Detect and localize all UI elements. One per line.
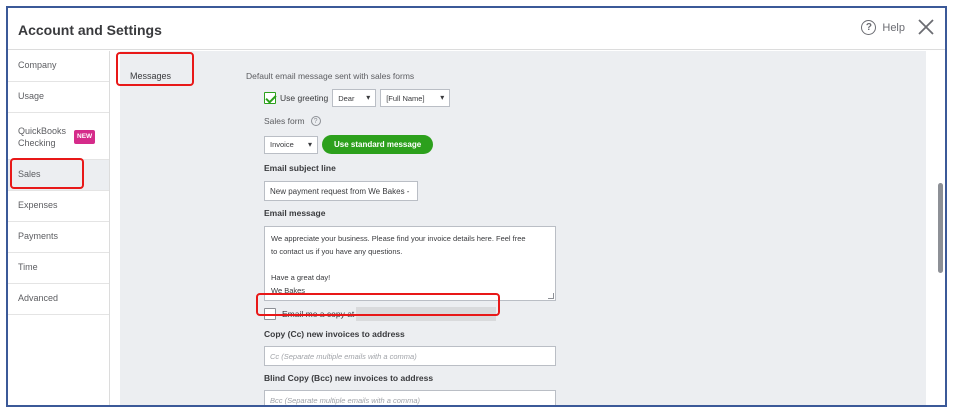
sidebar-item-time[interactable]: Time [8, 253, 109, 284]
use-greeting-label: Use greeting [280, 93, 329, 103]
email-copy-checkbox[interactable] [264, 308, 276, 320]
use-greeting-checkbox[interactable] [264, 92, 276, 104]
close-icon[interactable] [917, 18, 935, 36]
name-format-select[interactable]: [Full Name] [380, 89, 451, 107]
sidebar-item-expenses[interactable]: Expenses [8, 191, 109, 222]
sidebar-item-label: Payments [18, 231, 59, 241]
sidebar-item-payments[interactable]: Payments [8, 222, 109, 253]
help-link[interactable]: ? Help [861, 20, 905, 35]
sales-form-row: Invoice Use standard message [264, 135, 434, 154]
email-message-label: Email message [264, 208, 326, 218]
sidebar-item-usage[interactable]: Usage [8, 82, 109, 113]
info-icon[interactable]: ? [310, 116, 321, 126]
sidebar-item-label: Advanced [18, 293, 59, 303]
sidebar-item-advanced[interactable]: Advanced [8, 284, 109, 315]
sidebar-item-company[interactable]: Company [8, 51, 109, 82]
page-title: Account and Settings [18, 22, 162, 38]
resize-handle[interactable] [548, 293, 554, 299]
sidebar-item-sales[interactable]: Sales [8, 160, 109, 191]
scrollbar[interactable] [936, 51, 945, 405]
message-line: We appreciate your business. Please find… [271, 234, 526, 243]
sales-form-select[interactable]: Invoice [264, 135, 318, 154]
email-copy-row: Email me a copy at [264, 307, 497, 321]
message-line: Have a great day! [271, 273, 331, 282]
message-line: to contact us if you have any questions. [271, 247, 403, 256]
sidebar-item-quickbooks-checking[interactable]: QuickBooks Checking NEW [8, 113, 109, 160]
name-format-value: [Full Name] [386, 93, 425, 103]
sidebar-item-label: Sales [18, 169, 41, 179]
sidebar-item-label: Expenses [18, 200, 58, 210]
use-standard-message-button[interactable]: Use standard message [322, 135, 434, 154]
sidebar-item-label: QuickBooks Checking [18, 126, 67, 148]
header: Account and Settings ? Help [8, 8, 945, 50]
sales-form-value: Invoice [270, 140, 294, 149]
help-icon[interactable]: ? [861, 20, 877, 35]
email-subject-input[interactable]: New payment request from We Bakes - [264, 181, 418, 201]
salutation-select[interactable]: Dear [332, 89, 377, 107]
settings-sidebar: Company Usage QuickBooks Checking NEW Sa… [8, 51, 110, 405]
email-subject-label: Email subject line [264, 163, 336, 173]
settings-window: Account and Settings ? Help Company Usag… [6, 6, 947, 407]
greeting-row: Use greeting Dear [Full Name] [264, 89, 451, 107]
sales-form-label-row: Sales form ? [264, 116, 321, 126]
message-line: We Bakes [271, 286, 306, 295]
cc-label: Copy (Cc) new invoices to address [264, 329, 405, 339]
section-label-messages[interactable]: Messages [130, 71, 171, 81]
sidebar-item-label: Time [18, 262, 38, 272]
email-copy-label: Email me a copy at [282, 309, 355, 319]
email-copy-address [356, 307, 497, 321]
sidebar-item-label: Usage [18, 91, 45, 101]
email-message-textarea[interactable]: We appreciate your business. Please find… [264, 226, 556, 301]
scrollbar-thumb[interactable] [938, 183, 943, 273]
help-label[interactable]: Help [882, 22, 905, 34]
salutation-value: Dear [338, 93, 355, 103]
settings-main: Messages Default email message sent with… [120, 51, 926, 405]
bcc-input[interactable]: Bcc (Separate multiple emails with a com… [264, 390, 556, 405]
new-badge: NEW [74, 130, 96, 144]
section-description: Default email message sent with sales fo… [246, 71, 415, 81]
messages-form: Default email message sent with sales fo… [246, 51, 936, 405]
cc-input[interactable]: Cc (Separate multiple emails with a comm… [264, 346, 556, 366]
sidebar-item-label: Company [18, 60, 57, 70]
sales-form-label: Sales form [264, 116, 305, 126]
bcc-label: Blind Copy (Bcc) new invoices to address [264, 373, 434, 383]
